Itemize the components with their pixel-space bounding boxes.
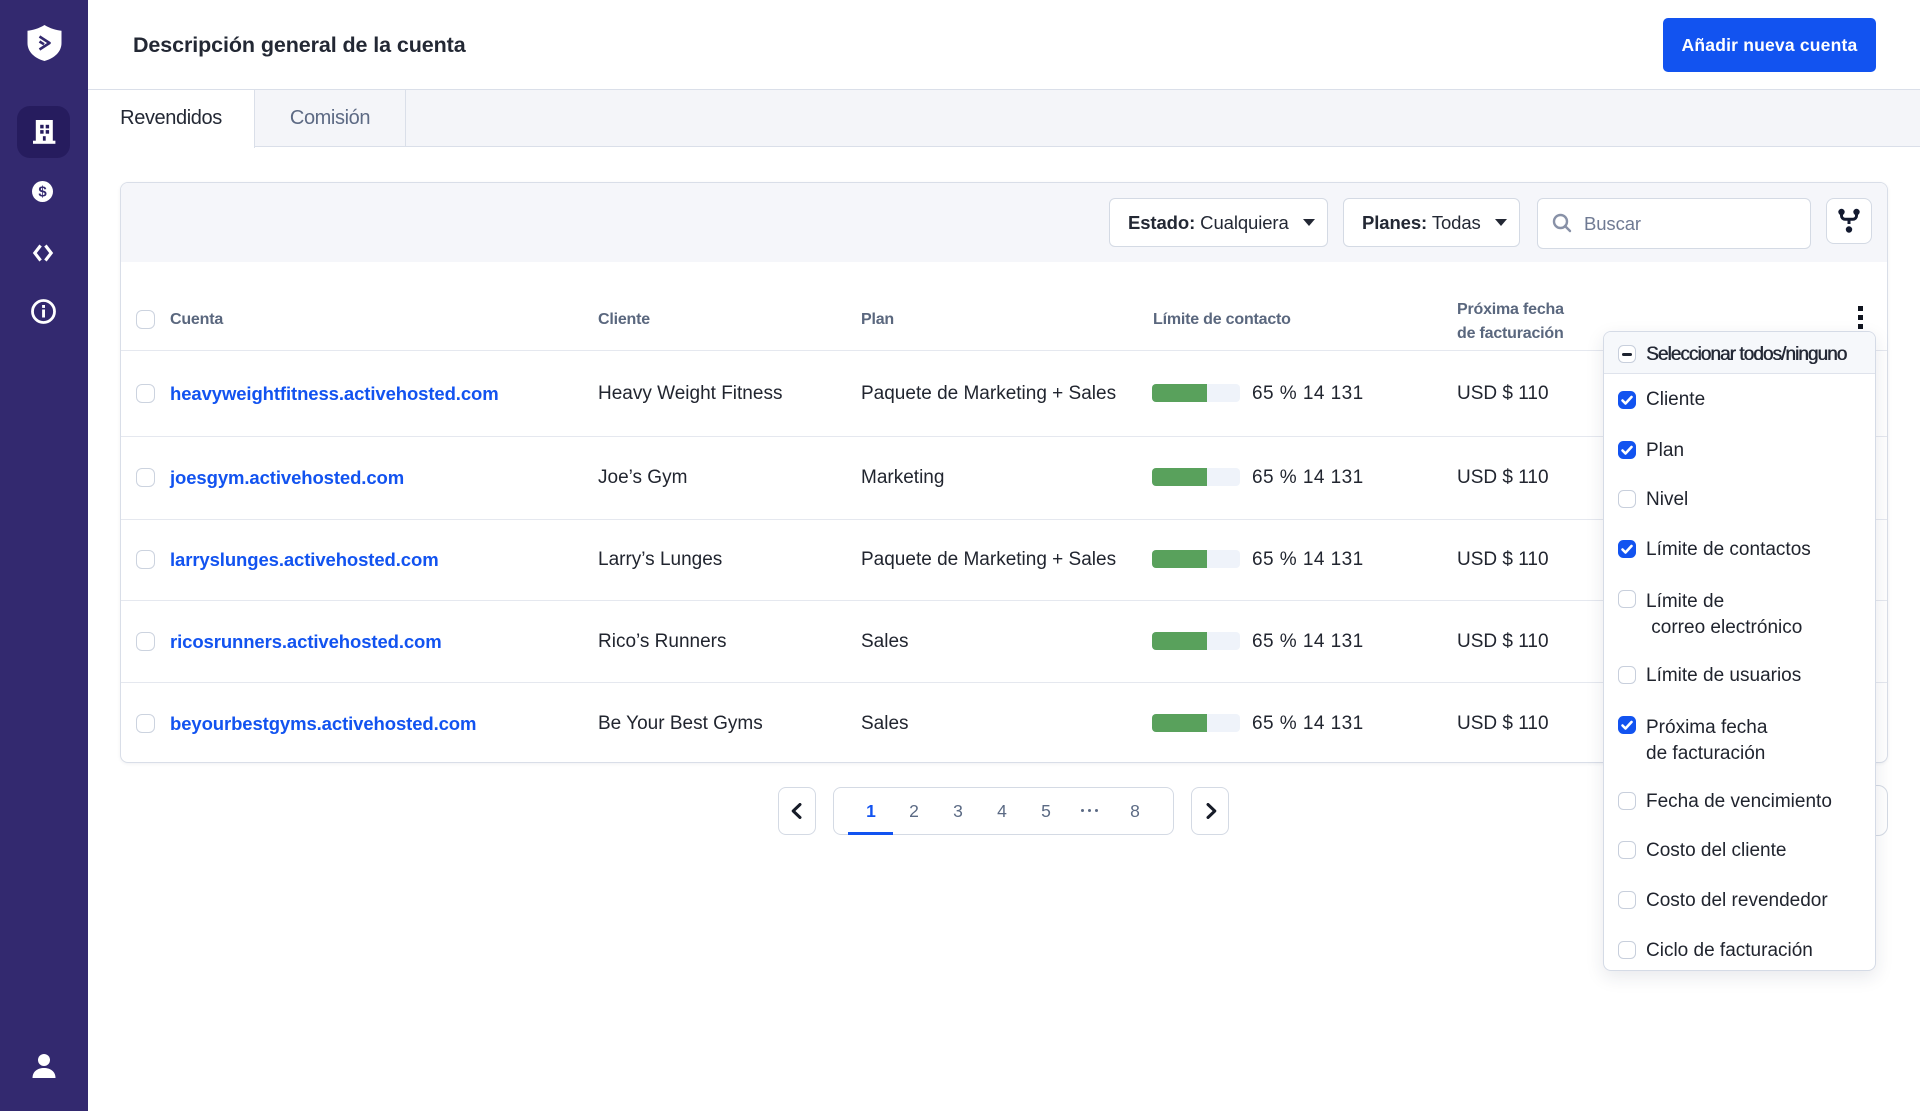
svg-text:$: $	[38, 184, 47, 201]
